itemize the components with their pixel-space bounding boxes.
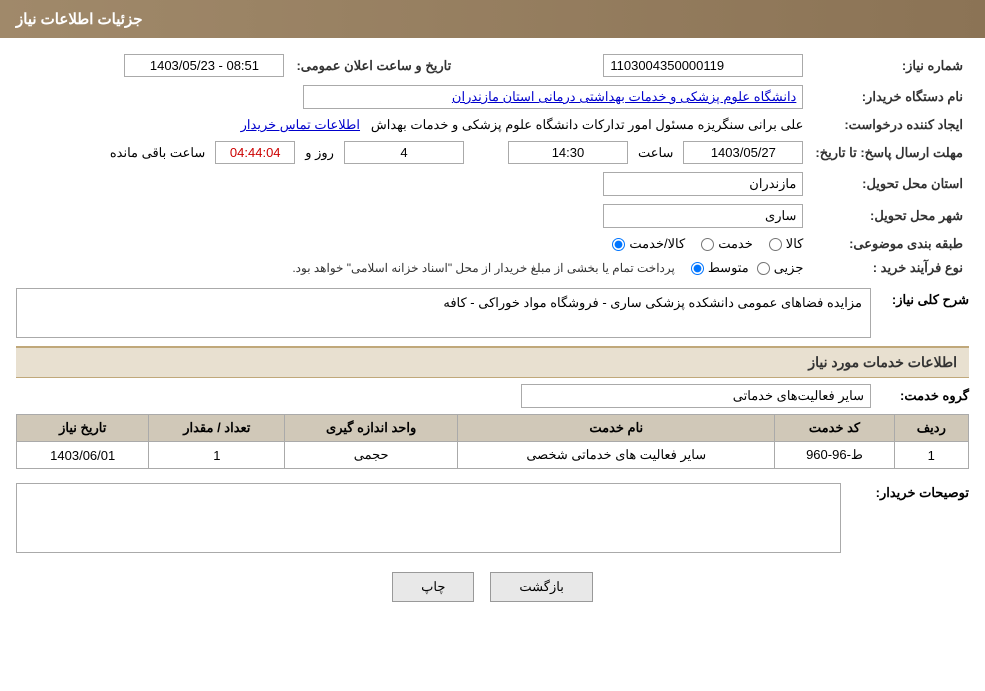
shahr-value: ساری: [16, 200, 809, 232]
ijadKonande-text: علی برانی سنگریزه مسئول امور تدارکات دان…: [371, 117, 804, 132]
table-row: 1ط-96-960سایر فعالیت های خدماتی شخصیحجمی…: [17, 442, 969, 469]
noeFarayand-mottaset-label: متوسط: [708, 260, 749, 276]
cell-tedad: 1: [149, 442, 285, 469]
garohKhadamat-box: سایر فعالیت‌های خدماتی: [521, 384, 871, 408]
page-title: جزئیات اطلاعات نیاز: [16, 11, 143, 28]
ijadKonande-label: ایجاد کننده درخواست:: [809, 113, 969, 137]
tabaqe-khadamat-label: خدمت: [718, 236, 753, 252]
namDastgah-label: نام دستگاه خریدار:: [809, 81, 969, 113]
noeFarayand-jozei-radio[interactable]: [757, 262, 770, 275]
sharhKoli-box: مزایده فضاهای عمومی دانشکده پزشکی ساری -…: [16, 288, 871, 338]
ostan-value: مازندران: [16, 168, 809, 200]
ostan-box: مازندران: [603, 172, 803, 196]
tabaqe-kala-khadamat-radio[interactable]: [612, 238, 625, 251]
tabaqe-kala-khadamat-label: کالا/خدمت: [629, 236, 685, 252]
mohlat-countdown-box: 04:44:04: [215, 141, 295, 164]
contact-link[interactable]: اطلاعات تماس خریدار: [241, 117, 360, 132]
shomareNiaz-value: 1103004350000119: [471, 50, 809, 81]
mohlat-days-box: 4: [344, 141, 464, 164]
page-header: جزئیات اطلاعات نیاز: [0, 0, 985, 38]
sharhKoli-content: مزایده فضاهای عمومی دانشکده پزشکی ساری -…: [16, 288, 871, 338]
shomareNiaz-box: 1103004350000119: [603, 54, 803, 77]
sharhKoli-row: شرح کلی نیاز: مزایده فضاهای عمومی دانشکد…: [16, 288, 969, 338]
noeFarayand-mottaset-radio[interactable]: [691, 262, 704, 275]
ostan-label: استان محل تحویل:: [809, 168, 969, 200]
tabaqe-radios: کالا خدمت کالا/خدمت: [16, 232, 809, 256]
print-button[interactable]: چاپ: [392, 572, 474, 602]
cell-tarikh: 1403/06/01: [17, 442, 149, 469]
khadamatInfo-header: اطلاعات خدمات مورد نیاز: [16, 346, 969, 378]
ijadKonande-value: علی برانی سنگریزه مسئول امور تدارکات دان…: [16, 113, 809, 137]
notes-textarea[interactable]: [16, 483, 841, 553]
namDastgah-box: دانشگاه علوم پزشکی و خدمات بهداشتی درمان…: [303, 85, 803, 109]
shahr-box: ساری: [603, 204, 803, 228]
col-tedad: تعداد / مقدار: [149, 415, 285, 442]
noeFarayand-jozei-label: جزیی: [774, 260, 804, 276]
shahr-label: شهر محل تحویل:: [809, 200, 969, 232]
garohKhadamat-label: گروه خدمت:: [879, 388, 969, 404]
mohlat-time-label: ساعت: [638, 145, 673, 161]
tabaqe-kala-label: کالا: [786, 236, 804, 252]
col-vahed: واحد اندازه گیری: [285, 415, 458, 442]
col-tarikh: تاریخ نیاز: [17, 415, 149, 442]
col-radif: ردیف: [894, 415, 968, 442]
mohlat-label: مهلت ارسال پاسخ: تا تاریخ:: [809, 137, 969, 168]
cell-namKhadamat: سایر فعالیت های خدماتی شخصی: [458, 442, 775, 469]
mohlat-time-box: 14:30: [508, 141, 628, 164]
tabaqe-kala-radio[interactable]: [769, 238, 782, 251]
tabaqe-khadamat-radio[interactable]: [701, 238, 714, 251]
namDastgah-value: دانشگاه علوم پزشکی و خدمات بهداشتی درمان…: [16, 81, 809, 113]
cell-kodKhadamat: ط-96-960: [775, 442, 894, 469]
mohlat-remaining-label: ساعت باقی مانده: [110, 145, 205, 161]
notes-content: [16, 479, 841, 556]
col-kod: کد خدمت: [775, 415, 894, 442]
mohlat-days-label: روز و: [305, 145, 334, 161]
notes-label: توصیحات خریدار:: [849, 479, 969, 501]
cell-vahed: حجمی: [285, 442, 458, 469]
noeFarayand-note: پرداخت تمام یا بخشی از مبلغ خریدار از مح…: [292, 261, 675, 275]
noeFarayand-radios: جزیی متوسط پرداخت تمام یا بخشی از مبلغ خ…: [16, 256, 809, 280]
cell-radif: 1: [894, 442, 968, 469]
sharhKoli-label: شرح کلی نیاز:: [879, 288, 969, 308]
garohKhadamat-value: سایر فعالیت‌های خدماتی: [521, 384, 871, 408]
noeFarayand-label: نوع فرآیند خرید :: [809, 256, 969, 280]
tarikh-value: 1403/05/23 - 08:51: [16, 50, 290, 81]
notes-row: توصیحات خریدار:: [16, 479, 969, 556]
tarikh-label: تاریخ و ساعت اعلان عمومی:: [290, 50, 471, 81]
col-nam: نام خدمت: [458, 415, 775, 442]
services-table: ردیف کد خدمت نام خدمت واحد اندازه گیری ت…: [16, 414, 969, 469]
info-table: شماره نیاز: 1103004350000119 تاریخ و ساع…: [16, 50, 969, 280]
garohKhadamat-row: گروه خدمت: سایر فعالیت‌های خدماتی: [16, 384, 969, 408]
mohlat-date-box: 1403/05/27: [683, 141, 803, 164]
back-button[interactable]: بازگشت: [490, 572, 592, 602]
mohlat-row: 1403/05/27 ساعت 14:30 4 روز و 04:44:04 س…: [16, 137, 809, 168]
tarikh-box: 1403/05/23 - 08:51: [124, 54, 284, 77]
button-row: بازگشت چاپ: [16, 572, 969, 618]
tabaqe-label: طبقه بندی موضوعی:: [809, 232, 969, 256]
shomareNiaz-label: شماره نیاز:: [809, 50, 969, 81]
